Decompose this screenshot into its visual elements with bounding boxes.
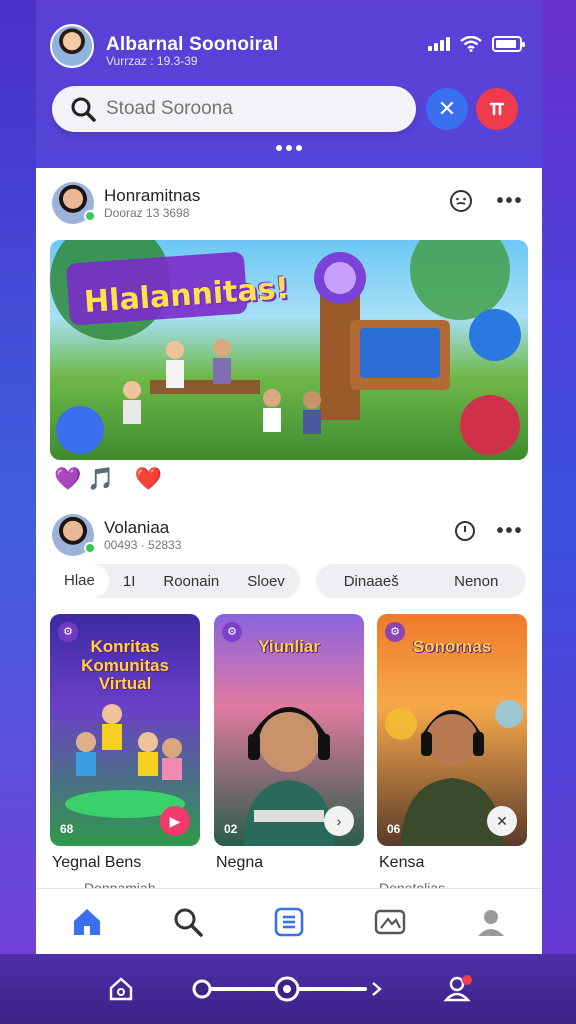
video-card[interactable]: ⚙ Konritas Komunitas Virtual 68 ▶: [50, 614, 200, 846]
online-indicator: [84, 542, 96, 554]
smiley-icon: [450, 190, 472, 212]
avatar[interactable]: [50, 24, 94, 68]
online-indicator: [84, 210, 96, 222]
card-label[interactable]: Negna: [216, 854, 263, 872]
search-icon: [71, 97, 96, 122]
avatar[interactable]: [52, 514, 96, 556]
chip[interactable]: 1I: [109, 573, 150, 590]
home-icon: [73, 908, 100, 935]
notification-button[interactable]: [476, 88, 518, 130]
play-button[interactable]: ▶: [160, 806, 190, 836]
post-banner-image[interactable]: Hlalannitas!: [50, 240, 528, 460]
more-options-button[interactable]: •••: [494, 186, 526, 216]
close-button[interactable]: ✕: [426, 88, 468, 130]
post-author: Honramitnas: [104, 186, 201, 205]
chip[interactable]: Roonain: [149, 573, 233, 590]
search-input[interactable]: [106, 98, 386, 120]
chip[interactable]: Hlae: [50, 564, 109, 598]
battery-icon: [492, 36, 525, 52]
info-button[interactable]: [450, 516, 480, 546]
post-time: Dooraz 13 3698: [104, 206, 190, 220]
status-bar: [428, 36, 525, 52]
bottom-nav: [36, 888, 542, 954]
play-button[interactable]: ›: [324, 806, 354, 836]
reaction-emoji[interactable]: 💜: [54, 466, 81, 492]
slider-icon[interactable]: [190, 974, 390, 1004]
reaction-emoji[interactable]: 🎵: [87, 466, 114, 492]
card-sublabel: Donnamiah: [84, 880, 156, 888]
video-card[interactable]: ⚙ Sonornas 06 ✕: [377, 614, 527, 846]
clock-icon: [455, 521, 475, 541]
nav-profile[interactable]: [469, 900, 513, 944]
home-outline-icon[interactable]: [106, 974, 136, 1004]
card-count: 02: [224, 822, 238, 836]
nav-search[interactable]: [166, 900, 210, 944]
app-header: Albarnal Soonoiral Vurrzaz : 19.3-39: [50, 22, 530, 70]
video-card[interactable]: ⚙ Yiunliar 02 ›: [214, 614, 364, 846]
chip-group-left: Hlae 1I Roonain Sloev: [50, 564, 300, 598]
video-cards: ⚙ Konritas Komunitas Virtual 68 ▶ ⚙ Yiun…: [50, 614, 528, 846]
frame-right: [542, 0, 576, 1024]
image-icon: [374, 909, 406, 934]
users-icon[interactable]: [442, 972, 476, 1006]
chip[interactable]: Sloev: [233, 573, 299, 590]
card-count: 68: [60, 822, 74, 836]
card-label[interactable]: Kensa: [379, 854, 424, 872]
chip[interactable]: Nenon: [440, 573, 512, 590]
play-button[interactable]: ✕: [487, 806, 517, 836]
wifi-icon: [460, 36, 482, 52]
app-title: Albarnal Soonoiral: [106, 34, 279, 55]
list-icon: [274, 907, 304, 936]
feed-panel: Honramitnas Dooraz 13 3698 ••• Hlalannit…: [36, 168, 542, 888]
pin-icon: [489, 102, 505, 116]
post-author: Volaniaa: [104, 518, 170, 537]
frame-left: [0, 0, 36, 1024]
avatar[interactable]: [52, 182, 96, 224]
chip-group-right: Dinaaeš Nenon: [316, 564, 526, 598]
search-bar[interactable]: [52, 86, 416, 132]
profile-icon: [478, 909, 505, 936]
reaction-emoji[interactable]: ❤️: [135, 466, 162, 492]
emoji-button[interactable]: [446, 186, 476, 216]
card-label[interactable]: Yegnal Bens: [52, 854, 141, 872]
card-count: 06: [387, 822, 401, 836]
page-indicator: [276, 145, 302, 151]
card-sublabel: Donetolias: [379, 880, 446, 888]
post-header: Honramitnas Dooraz 13 3698: [52, 182, 200, 224]
nav-home[interactable]: [65, 900, 109, 944]
chip[interactable]: Dinaaeš: [330, 573, 413, 590]
nav-gallery[interactable]: [368, 900, 412, 944]
app-subtitle: Vurrzaz : 19.3-39: [106, 54, 198, 68]
reaction-bar[interactable]: 💜 🎵 ❤️: [54, 466, 162, 492]
post-time: 00493 · 52833: [104, 538, 182, 552]
nav-list[interactable]: [267, 900, 311, 944]
signal-icon: [428, 37, 450, 51]
more-options-button[interactable]: •••: [494, 516, 526, 546]
post-header: Volaniaa 00493 · 52833: [52, 514, 181, 556]
filter-chips: Hlae 1I Roonain Sloev Dinaaeš Nenon: [50, 564, 528, 598]
banner-illustration: [50, 240, 521, 455]
system-nav-bar: [0, 954, 576, 1024]
search-icon: [174, 908, 203, 937]
